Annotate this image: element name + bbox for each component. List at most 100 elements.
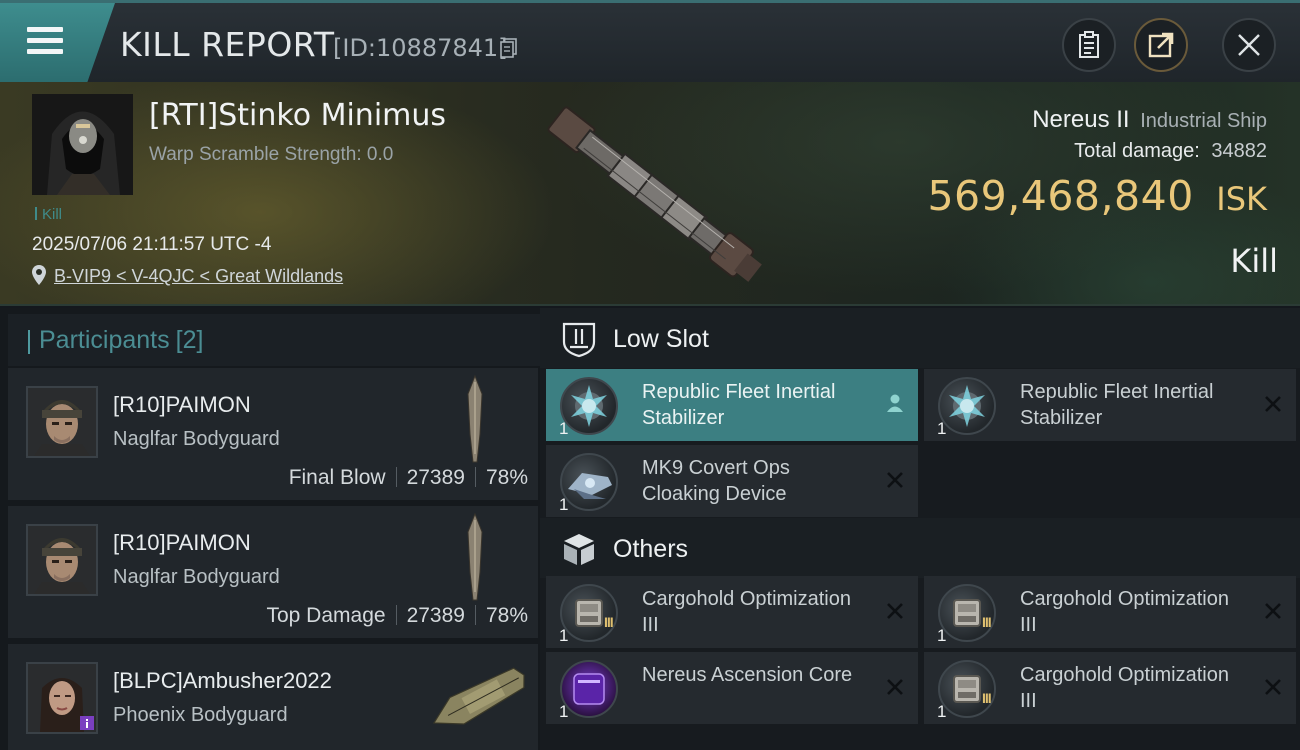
participant-stats: Final Blow 27389 78% [289,466,528,490]
module-quantity: 1 [559,626,569,645]
victim-ship-class: Industrial Ship [1140,110,1267,132]
participant-role: Final Blow [288,466,386,489]
copy-icon[interactable] [500,38,518,58]
low-slot-shield-icon [562,322,596,358]
header-bar: KILL REPORT [ID:10887841] [0,0,1300,82]
participant-percent: 78% [485,604,528,627]
cargo-box-icon [564,534,594,565]
isk-amount: 569,468,840 [927,172,1194,220]
module-item[interactable]: III 1 Cargohold Optimization III [924,652,1296,724]
share-button[interactable] [1134,18,1188,72]
cargohold-optimization-icon [938,584,996,642]
module-quantity: 1 [937,419,947,438]
victim-ship-image [547,106,762,282]
module-item[interactable]: 1 Republic Fleet Inertial Stabilizer [924,369,1296,441]
participants-panel: Participants [2] [R10]PAIMON Naglfar Body… [0,308,540,750]
menu-button[interactable] [0,3,115,82]
module-name: Republic Fleet Inertial Stabilizer [1020,381,1214,429]
warp-scramble-strength: Warp Scramble Strength: 0.0 [149,144,394,165]
naglfar-ship-icon [467,512,483,601]
inertial-stabilizer-icon [560,377,618,435]
module-quantity: 1 [559,702,569,721]
participant-name[interactable]: [R10]PAIMON [113,530,251,556]
participant-ship: Naglfar Bodyguard [113,566,280,588]
participant-ship: Phoenix Bodyguard [113,704,288,726]
ascension-core-icon [560,660,618,718]
hooded-figure-icon [32,94,133,195]
participant-name[interactable]: [BLPC]Ambusher2022 [113,668,332,694]
share-icon [1148,32,1174,58]
pilot-portrait-icon [28,526,96,594]
victim-name[interactable]: [RTI]Stinko Minimus [149,98,446,133]
destroyed-x-icon [887,603,903,619]
module-name: Republic Fleet Inertial Stabilizer [642,381,836,429]
participant-card[interactable]: [R10]PAIMON Naglfar Bodyguard Final Blow… [8,368,538,500]
participant-damage: 27389 [406,466,465,489]
clipboard-button[interactable] [1062,18,1116,72]
participant-avatar [26,524,98,596]
cargohold-optimization-icon [938,660,996,718]
module-name: Cargohold Optimization III [642,588,851,636]
module-name: MK9 Covert Ops Cloaking Device [642,457,790,505]
victim-portrait[interactable] [32,94,133,195]
hamburger-icon [27,27,63,55]
phoenix-ship-icon [432,667,525,725]
destroyed-x-icon [1265,603,1281,619]
module-quantity: 1 [559,495,569,514]
others-header: Others [540,518,1300,578]
participant-ship: Naglfar Bodyguard [113,428,280,450]
participant-name[interactable]: [R10]PAIMON [113,392,251,418]
report-id: [ID:10887841] [333,34,508,62]
tier-three-icon: III [982,690,992,706]
module-name: Cargohold Optimization III [1020,588,1229,636]
module-quantity: 1 [937,626,947,645]
close-button[interactable] [1222,18,1276,72]
pilot-portrait-icon [28,388,96,456]
naglfar-ship-icon [467,374,483,463]
tier-three-icon: III [604,614,614,630]
close-icon [1238,34,1260,56]
participants-header: Participants [2] [8,314,540,366]
pilot-user-icon [887,394,903,412]
module-item[interactable]: 1 MK9 Covert Ops Cloaking Device [546,445,918,517]
isk-unit: ISK [1216,180,1267,218]
total-damage-label: Total damage: [1074,140,1200,162]
page-title: KILL REPORT [120,25,335,64]
destroyed-x-icon [1265,396,1281,412]
participant-stats: Top Damage 27389 78% [266,604,528,628]
total-damage-value: 34882 [1211,140,1267,162]
participant-role: Top Damage [266,604,386,627]
cargohold-optimization-icon [560,584,618,642]
participant-damage: 27389 [406,604,465,627]
cloaking-device-icon [560,453,618,511]
participant-avatar [26,662,98,734]
participant-card[interactable]: [BLPC]Ambusher2022 Phoenix Bodyguard [8,644,538,750]
victim-ship: Nereus II Industrial Ship [1032,106,1267,134]
tier-three-icon: III [982,614,992,630]
module-name: Cargohold Optimization III [1020,664,1229,712]
module-item[interactable]: 1 Republic Fleet Inertial Stabilizer [546,369,918,441]
module-quantity: 1 [559,419,569,438]
location-pin-icon [32,265,46,285]
destroyed-x-icon [887,472,903,488]
participant-card[interactable]: [R10]PAIMON Naglfar Bodyguard Top Damage… [8,506,538,638]
isk-value: 569,468,840 ISK [927,172,1267,220]
low-slot-label: Low Slot [613,325,709,353]
victim-ship-name[interactable]: Nereus II [1032,106,1129,133]
module-item[interactable]: III 1 Cargohold Optimization III [924,576,1296,648]
participants-label: Participants [39,326,170,354]
total-damage: Total damage: 34882 [1074,140,1267,163]
inertial-stabilizer-icon [938,377,996,435]
low-slot-header: Low Slot [540,308,1300,368]
module-item[interactable]: III 1 Cargohold Optimization III [546,576,918,648]
clipboard-icon [1079,31,1099,58]
participants-count: [2] [175,326,204,354]
destroyed-x-icon [887,679,903,695]
module-item[interactable]: 1 Nereus Ascension Core [546,652,918,724]
location-link[interactable]: B-VIP9 < V-4QJC < Great Wildlands [54,266,343,287]
kill-tag: Kill [35,206,62,223]
module-quantity: 1 [937,702,947,721]
kill-banner: [RTI]Stinko Minimus Warp Scramble Streng… [0,82,1300,306]
destroyed-x-icon [1265,679,1281,695]
module-name: Nereus Ascension Core [642,664,853,686]
